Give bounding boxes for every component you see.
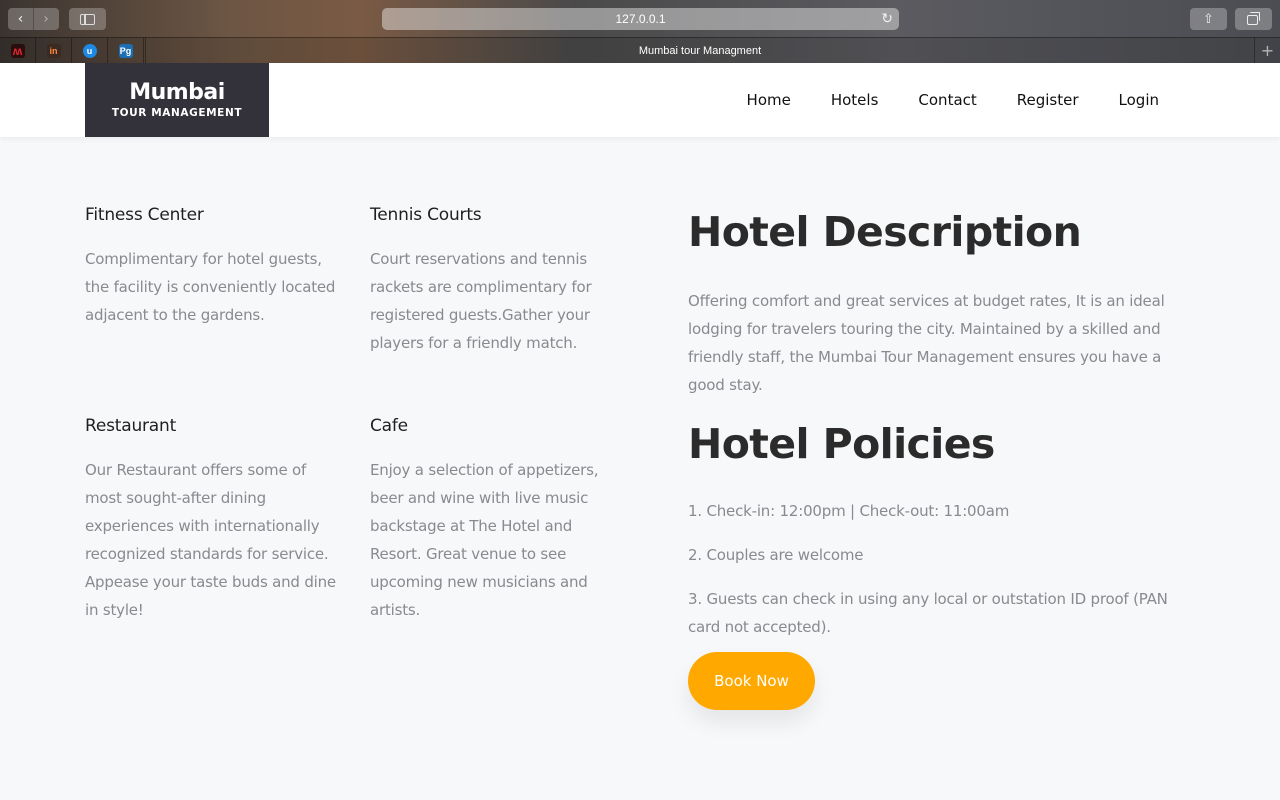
tab-title: Mumbai tour Managment <box>638 44 762 57</box>
plus-icon: + <box>1260 41 1275 60</box>
amenity-title: Fitness Center <box>85 205 204 225</box>
favorite-bookmark-pg[interactable]: Pg <box>108 38 144 63</box>
reload-icon[interactable]: ↻ <box>881 10 893 27</box>
site-logo[interactable]: Mumbai TOUR MANAGEMENT <box>85 63 269 137</box>
amenity-title: Cafe <box>370 416 408 436</box>
sidebar-icon <box>80 13 95 25</box>
bookmark-3-icon: u <box>82 43 97 58</box>
bookmark-1-icon: ʍ <box>10 43 25 58</box>
url-text: 127.0.0.1 <box>615 12 666 26</box>
favorite-bookmark-1[interactable]: ʍ <box>0 38 36 63</box>
new-tab-button[interactable]: + <box>1254 38 1280 63</box>
amenity-text: Complimentary for hotel guests, the faci… <box>85 250 336 324</box>
address-bar[interactable]: 127.0.0.1 ↻ <box>382 8 899 30</box>
browser-toolbar: ‹ › 127.0.0.1 ↻ ⇧ <box>0 0 1280 37</box>
chevron-left-icon: ‹ <box>17 11 24 27</box>
hotel-info: Hotel Description Offering comfort and g… <box>688 205 1178 641</box>
logo-subtitle: TOUR MANAGEMENT <box>111 107 243 119</box>
nav-register[interactable]: Register <box>1017 91 1079 109</box>
policy-item: 3. Guests can check in using any local o… <box>688 590 1168 636</box>
share-icon: ⇧ <box>1203 11 1214 27</box>
amenity-text: Court reservations and tennis rackets ar… <box>370 250 592 352</box>
browser-chrome: ‹ › 127.0.0.1 ↻ ⇧ ʍ in u Pg Mumbai tour … <box>0 0 1280 63</box>
nav-home[interactable]: Home <box>747 91 791 109</box>
amenity-title: Tennis Courts <box>370 205 482 225</box>
invision-icon: in <box>46 43 61 58</box>
nav-hotels[interactable]: Hotels <box>831 91 879 109</box>
amenity-fitness-center: Fitness Center Complimentary for hotel g… <box>85 205 345 329</box>
amenity-text: Enjoy a selection of appetizers, beer an… <box>370 461 599 619</box>
favorite-bookmark-invision[interactable]: in <box>36 38 72 63</box>
favorite-bookmark-3[interactable]: u <box>72 38 108 63</box>
policies-title: Hotel Policies <box>688 420 995 468</box>
description-text: Offering comfort and great services at b… <box>688 292 1165 394</box>
pg-icon: Pg <box>118 43 133 58</box>
policy-item: 1. Check-in: 12:00pm | Check-out: 11:00a… <box>688 502 1010 520</box>
policy-list: 1. Check-in: 12:00pm | Check-out: 11:00a… <box>688 497 1178 641</box>
book-now-button[interactable]: Book Now <box>688 652 815 710</box>
history-nav: ‹ › <box>8 8 59 30</box>
active-tab[interactable]: Mumbai tour Managment <box>145 38 1254 63</box>
sidebar-toggle-button[interactable] <box>69 8 106 30</box>
description-title: Hotel Description <box>688 208 1082 256</box>
amenity-title: Restaurant <box>85 416 177 436</box>
amenity-tennis-courts: Tennis Courts Court reservations and ten… <box>370 205 630 357</box>
nav-contact[interactable]: Contact <box>918 91 976 109</box>
tab-bar: ʍ in u Pg Mumbai tour Managment + <box>0 37 1280 63</box>
amenity-restaurant: Restaurant Our Restaurant offers some of… <box>85 416 345 624</box>
policy-item: 2. Couples are welcome <box>688 546 864 564</box>
forward-button[interactable]: › <box>33 8 58 30</box>
logo-title: Mumbai <box>129 80 225 105</box>
tab-overview-button[interactable] <box>1235 8 1272 30</box>
share-button[interactable]: ⇧ <box>1190 8 1227 30</box>
chevron-right-icon: › <box>43 11 49 27</box>
main-nav: Home Hotels Contact Register Login <box>747 63 1159 137</box>
nav-login[interactable]: Login <box>1119 91 1159 109</box>
amenity-cafe: Cafe Enjoy a selection of appetizers, be… <box>370 416 620 624</box>
tabs-icon <box>1247 12 1260 25</box>
site-header: Mumbai TOUR MANAGEMENT Home Hotels Conta… <box>0 63 1280 137</box>
back-button[interactable]: ‹ <box>8 8 33 30</box>
amenity-text: Our Restaurant offers some of most sough… <box>85 461 336 619</box>
